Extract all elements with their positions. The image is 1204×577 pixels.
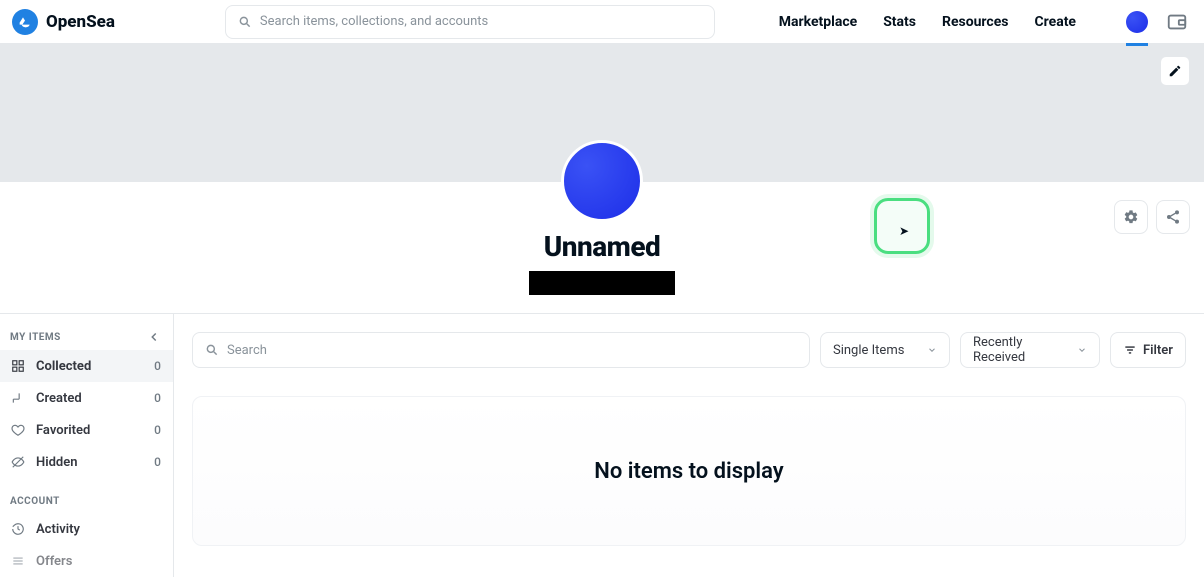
sidebar-item-count: 0 [154, 391, 161, 405]
brand-logo[interactable]: OpenSea [12, 9, 115, 35]
empty-state: No items to display [192, 396, 1186, 546]
content-area: My Items Collected 0 Created 0 Favorited… [0, 314, 1204, 577]
pencil-icon [1168, 64, 1182, 78]
filter-icon [1123, 343, 1137, 357]
nav-icons [1126, 11, 1188, 33]
list-icon [10, 553, 26, 569]
profile-avatar[interactable] [561, 140, 643, 222]
sidebar-item-created[interactable]: Created 0 [0, 382, 173, 414]
sidebar-item-activity[interactable]: Activity [0, 513, 173, 545]
edit-banner-button[interactable] [1160, 56, 1190, 86]
active-tab-indicator [1126, 43, 1148, 46]
nav-marketplace[interactable]: Marketplace [779, 14, 857, 30]
search-icon [205, 343, 219, 357]
empty-state-message: No items to display [594, 459, 783, 484]
nav-resources[interactable]: Resources [942, 14, 1009, 30]
sidebar: My Items Collected 0 Created 0 Favorited… [0, 314, 174, 577]
heart-icon [10, 422, 26, 438]
main-panel: Single Items Recently Received Filter No… [174, 314, 1204, 577]
sidebar-item-collected[interactable]: Collected 0 [0, 350, 173, 382]
sidebar-item-label: Favorited [36, 423, 90, 438]
chevron-down-icon [927, 345, 937, 355]
sidebar-heading-myitems: My Items [10, 332, 61, 343]
paintbrush-icon [10, 390, 26, 406]
sidebar-item-label: Collected [36, 359, 91, 374]
view-select[interactable]: Single Items [820, 332, 950, 368]
app-header: OpenSea Marketplace Stats Resources Crea… [0, 0, 1204, 44]
items-search-input[interactable] [227, 343, 797, 358]
search-icon [238, 15, 252, 29]
nav-create[interactable]: Create [1034, 14, 1076, 30]
wallet-button[interactable] [1166, 11, 1188, 33]
user-avatar-icon [1126, 11, 1148, 33]
sidebar-item-favorited[interactable]: Favorited 0 [0, 414, 173, 446]
global-search-input[interactable] [260, 14, 702, 29]
sort-select-label: Recently Received [973, 335, 1077, 365]
sort-select[interactable]: Recently Received [960, 332, 1100, 368]
global-search[interactable] [225, 5, 715, 39]
share-icon [1165, 209, 1181, 225]
sidebar-section-account: Account [0, 478, 173, 513]
wallet-icon [1166, 11, 1188, 33]
view-select-label: Single Items [833, 343, 904, 358]
sidebar-item-label: Activity [36, 522, 80, 537]
share-button[interactable] [1156, 200, 1190, 234]
settings-button[interactable] [1114, 200, 1148, 234]
filter-bar: Single Items Recently Received Filter [192, 332, 1186, 368]
profile-header: Unnamed [0, 182, 1204, 314]
account-menu[interactable] [1126, 11, 1148, 33]
sidebar-heading-account: Account [10, 496, 60, 507]
brand-name: OpenSea [46, 12, 115, 32]
gear-icon [1123, 209, 1139, 225]
nav-stats[interactable]: Stats [883, 14, 916, 30]
history-icon [10, 521, 26, 537]
sidebar-item-count: 0 [154, 423, 161, 437]
sidebar-section-myitems: My Items [0, 320, 173, 350]
primary-nav: Marketplace Stats Resources Create [779, 11, 1188, 33]
grid-icon [10, 358, 26, 374]
sidebar-item-label: Offers [36, 554, 72, 569]
back-arrow-icon[interactable] [147, 330, 161, 344]
sidebar-item-count: 0 [154, 359, 161, 373]
eye-off-icon [10, 454, 26, 470]
sidebar-item-hidden[interactable]: Hidden 0 [0, 446, 173, 478]
wallet-address-redacted [529, 271, 675, 295]
chevron-down-icon [1077, 345, 1087, 355]
items-search[interactable] [192, 332, 810, 368]
sidebar-item-offers[interactable]: Offers [0, 545, 173, 577]
opensea-logo-icon [12, 9, 38, 35]
filter-button-label: Filter [1143, 343, 1173, 358]
sidebar-item-label: Created [36, 391, 82, 406]
filter-button[interactable]: Filter [1110, 332, 1186, 368]
profile-actions [1114, 200, 1190, 234]
profile-name: Unnamed [544, 230, 661, 263]
sidebar-item-label: Hidden [36, 455, 77, 470]
sidebar-item-count: 0 [154, 455, 161, 469]
